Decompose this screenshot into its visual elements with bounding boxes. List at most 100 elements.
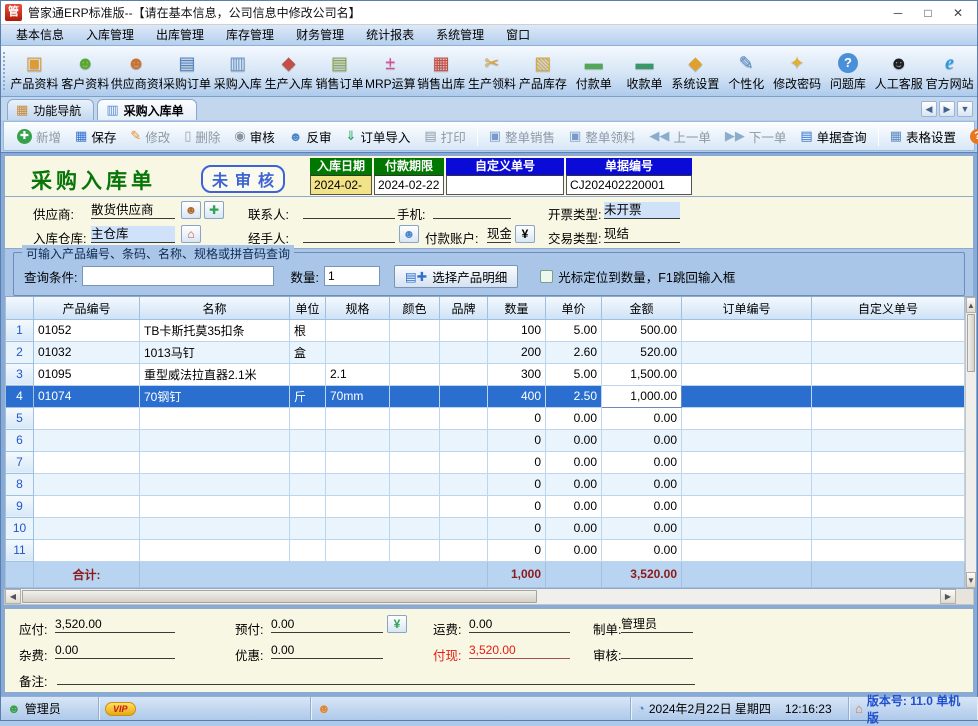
cell-amount[interactable]: 0.00: [602, 539, 682, 561]
table-row-11[interactable]: 1100.000.00: [6, 539, 965, 561]
toolbar-sales-out[interactable]: ▦销售出库: [416, 47, 467, 95]
col-header-name[interactable]: 名称: [140, 297, 290, 319]
menu-item-7[interactable]: 系统管理: [425, 25, 495, 45]
row-number[interactable]: 1: [6, 319, 34, 341]
table-row-10[interactable]: 1000.000.00: [6, 517, 965, 539]
doc-header-col-value[interactable]: 2024-02-22: [310, 175, 372, 195]
contact-field[interactable]: [303, 202, 395, 219]
col-header-custom-no[interactable]: 自定义单号: [812, 297, 965, 319]
cell-product-code[interactable]: [34, 473, 140, 495]
next-doc-button[interactable]: ▶▶下一单: [718, 124, 794, 149]
cell-custom-no[interactable]: [812, 429, 965, 451]
cell-spec[interactable]: [326, 407, 390, 429]
col-header-unit[interactable]: 单位: [290, 297, 326, 319]
cell-qty[interactable]: 200: [488, 341, 546, 363]
minimize-button[interactable]: ─: [883, 3, 913, 23]
cell-amount[interactable]: 0.00: [602, 495, 682, 517]
table-row-8[interactable]: 800.000.00: [6, 473, 965, 495]
cell-spec[interactable]: [326, 319, 390, 341]
prepaid-yuan-button[interactable]: ¥: [387, 615, 407, 633]
cell-unit[interactable]: [290, 495, 326, 517]
supplier-add-icon[interactable]: ✚: [204, 201, 224, 219]
cell-name[interactable]: [140, 539, 290, 561]
row-number[interactable]: 6: [6, 429, 34, 451]
cell-product-code[interactable]: 01095: [34, 363, 140, 385]
cell-unit-price[interactable]: 0.00: [546, 495, 602, 517]
table-settings-button[interactable]: ▦表格设置: [883, 124, 963, 149]
doc-header-col-value[interactable]: [446, 175, 564, 195]
cell-brand[interactable]: [440, 473, 488, 495]
scroll-left-icon[interactable]: ◀: [5, 589, 21, 604]
toolbar-payment-bill[interactable]: ▬付款单: [568, 47, 619, 95]
row-number[interactable]: 10: [6, 517, 34, 539]
cell-color[interactable]: [390, 385, 440, 407]
close-button[interactable]: ✕: [943, 3, 973, 23]
toolbar-faq[interactable]: ?问题库: [823, 47, 874, 95]
order-import-button[interactable]: ⇓订单导入: [338, 124, 417, 149]
cell-brand[interactable]: [440, 517, 488, 539]
cell-unit[interactable]: [290, 473, 326, 495]
toolbar-personalize[interactable]: ✎个性化: [721, 47, 772, 95]
maximize-button[interactable]: □: [913, 3, 943, 23]
cell-order-no[interactable]: [682, 363, 812, 385]
cell-unit[interactable]: [290, 429, 326, 451]
cell-unit-price[interactable]: 0.00: [546, 451, 602, 473]
row-number[interactable]: 7: [6, 451, 34, 473]
cell-amount[interactable]: 1,500.00: [602, 363, 682, 385]
cell-brand[interactable]: [440, 341, 488, 363]
supplier-lookup-icon[interactable]: ☻: [181, 201, 201, 219]
cell-spec[interactable]: [326, 341, 390, 363]
tab-active-purchase-in[interactable]: ▥采购入库单: [97, 99, 196, 120]
toolbar-receipt-bill[interactable]: ▬收款单: [619, 47, 670, 95]
toolbar-qq-service[interactable]: ☻人工客服: [873, 47, 924, 95]
toolbar-inventory[interactable]: ▧产品库存: [517, 47, 568, 95]
cell-amount[interactable]: 520.00: [602, 341, 682, 363]
toolbar-website[interactable]: e官方网站: [924, 47, 975, 95]
cell-order-no[interactable]: [682, 539, 812, 561]
query-qty-input[interactable]: [324, 266, 380, 286]
table-row-5[interactable]: 500.000.00: [6, 407, 965, 429]
scroll-down-icon[interactable]: ▼: [966, 572, 976, 588]
help-button[interactable]: ?帮助: [963, 124, 978, 149]
cell-brand[interactable]: [440, 429, 488, 451]
cell-name[interactable]: [140, 429, 290, 451]
cell-amount[interactable]: 0.00: [602, 429, 682, 451]
cell-custom-no[interactable]: [812, 407, 965, 429]
cell-custom-no[interactable]: [812, 451, 965, 473]
cell-order-no[interactable]: [682, 495, 812, 517]
cell-name[interactable]: [140, 495, 290, 517]
col-header-qty[interactable]: 数量: [488, 297, 546, 319]
toolbar-change-password[interactable]: ✦修改密码: [772, 47, 823, 95]
table-row-3[interactable]: 301095重型威法拉直器2.1米2.13005.001,500.00: [6, 363, 965, 385]
cell-brand[interactable]: [440, 539, 488, 561]
table-row-6[interactable]: 600.000.00: [6, 429, 965, 451]
toolbar-supplier-data[interactable]: ☻供应商资料: [111, 47, 162, 95]
toolbar-purchase-in[interactable]: ▥采购入库: [212, 47, 263, 95]
unaudit-button[interactable]: ☻反审: [282, 124, 339, 149]
cell-color[interactable]: [390, 319, 440, 341]
cell-brand[interactable]: [440, 385, 488, 407]
pay-account-field[interactable]: 现金: [487, 226, 511, 243]
table-row-4[interactable]: 40107470钢钉斤70mm4002.501,000.00: [6, 385, 965, 407]
trade-type-field[interactable]: 现结: [604, 226, 680, 243]
cell-name[interactable]: TB卡斯托莫35扣条: [140, 319, 290, 341]
cell-product-code[interactable]: 01074: [34, 385, 140, 407]
tab-scroll-right-icon[interactable]: ▶: [939, 101, 955, 117]
toolbar-grip[interactable]: [3, 52, 6, 90]
menu-item-3[interactable]: 出库管理: [145, 25, 215, 45]
title-bar[interactable]: 管 管家通ERP标准版--【请在基本信息，公司信息中修改公司名】 ─ □ ✕: [1, 1, 977, 25]
tab-list-icon[interactable]: ▼: [957, 101, 973, 117]
table-row-7[interactable]: 700.000.00: [6, 451, 965, 473]
row-number[interactable]: 2: [6, 341, 34, 363]
cell-qty[interactable]: 0: [488, 407, 546, 429]
row-number[interactable]: 11: [6, 539, 34, 561]
cell-custom-no[interactable]: [812, 495, 965, 517]
toolbar-production-in[interactable]: ◆生产入库: [263, 47, 314, 95]
cell-custom-no[interactable]: [812, 363, 965, 385]
handler-lookup-icon[interactable]: ☻: [399, 225, 419, 243]
toolbar-mrp[interactable]: ±MRP运算: [365, 47, 416, 95]
cell-name[interactable]: 70钢钉: [140, 385, 290, 407]
remark-field[interactable]: [57, 669, 695, 685]
cell-order-no[interactable]: [682, 319, 812, 341]
doc-header-col-value[interactable]: 2024-02-22: [374, 175, 444, 195]
